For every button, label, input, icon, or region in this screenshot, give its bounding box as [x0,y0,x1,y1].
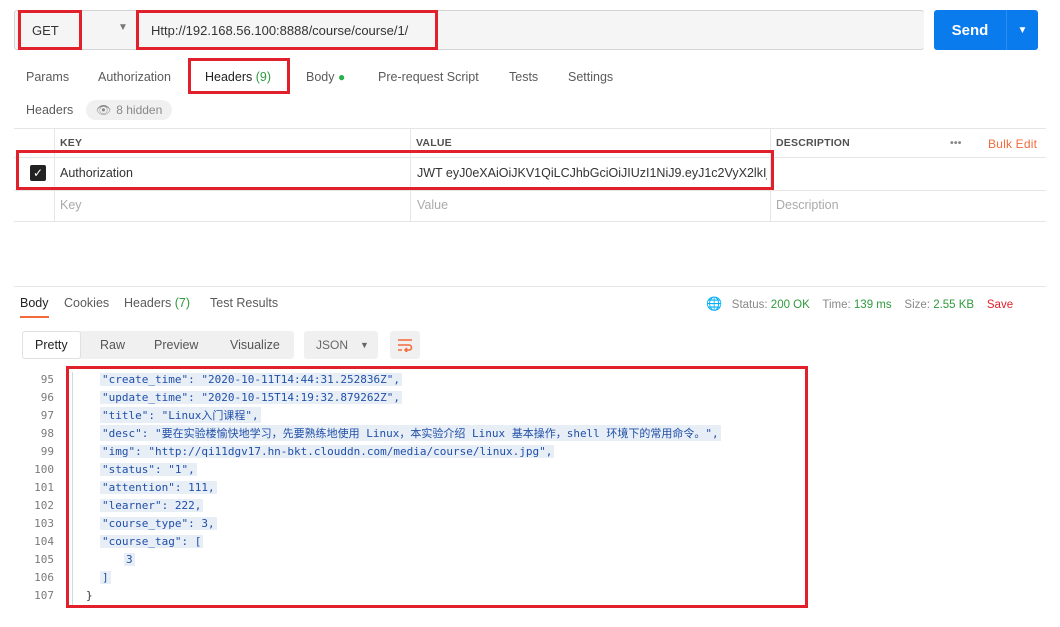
code-line: 106] [14,568,111,586]
code-text: "learner": 222, [100,498,204,512]
line-number: 100 [34,462,54,476]
view-preview-button[interactable]: Preview [154,331,198,359]
tab-tests[interactable]: Tests [509,70,538,84]
code-line: 101 "attention": 111, [14,478,217,496]
send-label: Send [951,21,989,39]
send-button[interactable]: Send ▼ [934,10,1038,50]
method-label: GET [32,22,59,38]
wrap-lines-icon[interactable] [390,331,420,359]
line-number: 96 [40,390,54,404]
code-line: 107} [14,586,93,604]
view-visualize-button[interactable]: Visualize [230,331,280,359]
hidden-count: 8 hidden [116,103,163,117]
tab-params[interactable]: Params [26,70,69,84]
line-number: 95 [40,372,54,386]
line-number: 98 [40,426,54,440]
new-key-input[interactable]: Key [60,198,82,212]
line-number: 97 [40,408,54,422]
code-text: "img": "http://qi11dgv17.hn-bkt.clouddn.… [100,444,555,458]
time-label: Time: [822,299,851,311]
code-line: 95 "create_time": "2020-10-11T14:44:31.25… [14,370,403,388]
url-input[interactable]: Http://192.168.56.100:8888/course/course… [138,12,924,48]
line-number: 101 [34,480,54,494]
code-line: 100 "status": "1", [14,460,197,478]
code-line: 97 "title": "Linux入门课程", [14,406,261,424]
response-status-bar: 🌐 Status: 200 OK Time: 139 ms Size: 2.55… [706,296,1013,312]
tab-body[interactable]: Body ● [306,70,345,84]
size-value: 2.55 KB [933,299,975,311]
header-enabled-checkbox[interactable]: ✓ [30,165,46,181]
line-number: 104 [34,534,54,548]
column-value: VALUE [416,137,452,149]
code-text: } [86,588,93,602]
tab-authorization[interactable]: Authorization [98,70,171,84]
tab-settings[interactable]: Settings [568,70,613,84]
line-number: 107 [34,588,54,602]
eye-icon: 👁 [96,103,112,117]
chevron-down-icon[interactable]: ▼ [118,22,128,33]
chevron-down-icon: ▼ [360,340,369,350]
line-number: 103 [34,516,54,530]
column-key: KEY [60,137,83,149]
hidden-headers-toggle[interactable]: 👁 8 hidden [86,100,173,120]
headers-subtitle: Headers [26,103,74,117]
new-description-input[interactable]: Description [776,198,839,212]
line-number: 105 [34,552,54,566]
view-pretty-button[interactable]: Pretty [22,331,81,359]
view-raw-button[interactable]: Raw [100,331,125,359]
size-label: Size: [904,299,930,311]
bulk-edit-link[interactable]: Bulk Edit [988,137,1037,151]
status-value: 200 OK [770,299,810,311]
response-tab-cookies[interactable]: Cookies [64,296,109,310]
code-line: 99 "img": "http://qi11dgv17.hn-bkt.cloudd… [14,442,555,460]
header-key-cell[interactable]: Authorization [60,166,400,180]
new-value-input[interactable]: Value [417,198,448,212]
response-tab-body[interactable]: Body [20,296,49,318]
code-text: "status": "1", [100,462,197,476]
tab-pre-request-script[interactable]: Pre-request Script [378,70,479,84]
body-dot-icon: ● [337,70,346,84]
code-line: 96 "update_time": "2020-10-15T14:19:32.87… [14,388,403,406]
method-select[interactable]: GET [18,12,124,48]
line-number: 102 [34,498,54,512]
code-text: "title": "Linux入门课程", [100,407,261,423]
code-line: 103 "course_type": 3, [14,514,217,532]
code-line: 98 "desc": "要在实验楼愉快地学习，先要熟练地使用 Linux，本实验介… [14,424,721,442]
globe-icon: 🌐 [706,296,723,311]
status-label: Status: [731,299,768,311]
more-options-icon[interactable]: ••• [950,137,962,149]
header-value-cell[interactable]: JWT eyJ0eXAiOiJKV1QiLCJhbGciOiJIUzI1NiJ9… [417,166,767,180]
code-text: "course_type": 3, [100,516,217,530]
url-text: Http://192.168.56.100:8888/course/course… [151,22,409,38]
save-response-button[interactable]: Save [987,299,1013,311]
response-tab-test-results[interactable]: Test Results [210,296,278,310]
line-number: 106 [34,570,54,584]
format-select[interactable]: JSON ▼ [304,331,378,359]
line-number: 99 [40,444,54,458]
response-tab-headers[interactable]: Headers (7) [124,296,190,310]
code-line: 102 "learner": 222, [14,496,204,514]
code-text: "create_time": "2020-10-11T14:44:31.2528… [100,372,403,386]
response-headers-count: (7) [174,296,191,310]
code-text: ] [100,570,111,584]
code-text: "update_time": "2020-10-15T14:19:32.8792… [100,390,403,404]
code-text: 3 [124,552,135,566]
send-dropdown-icon[interactable]: ▼ [1006,10,1038,50]
headers-count: (9) [255,70,272,84]
time-value: 139 ms [853,299,892,311]
code-line: 104 "course_tag": [ [14,532,204,550]
code-line: 105 3 [14,550,135,568]
code-text: "course_tag": [ [100,534,204,548]
format-label: JSON [316,338,349,352]
code-text: "desc": "要在实验楼愉快地学习，先要熟练地使用 Linux，本实验介绍 … [100,425,721,441]
tab-headers[interactable]: Headers (9) [205,70,271,84]
code-text: "attention": 111, [100,480,217,494]
column-description: DESCRIPTION [776,137,850,149]
